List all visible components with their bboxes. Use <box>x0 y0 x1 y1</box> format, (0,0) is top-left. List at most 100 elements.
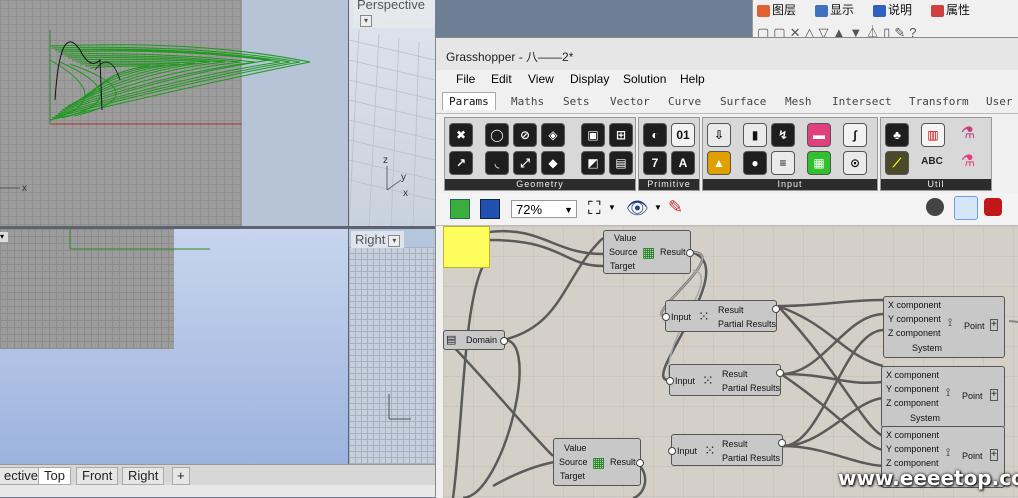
curve-param-icon[interactable]: ⊘ <box>513 123 537 147</box>
tab-mesh[interactable]: Mesh <box>785 95 812 108</box>
circle-icon[interactable]: ◯ <box>485 123 509 147</box>
graph-mapper-icon[interactable]: ∫ <box>843 123 867 147</box>
gh-titlebar[interactable]: Grasshopper - 八——2* <box>436 38 1018 70</box>
zoom-level-dropdown[interactable]: 72% ▼ <box>511 200 577 218</box>
add-viewport-tab-button[interactable]: + <box>172 467 190 485</box>
expression-component-2[interactable]: Input ⁙ Result Partial Results <box>666 364 784 396</box>
gradient-grid-icon[interactable]: ▦ <box>807 151 831 175</box>
zoom-extents-icon[interactable]: ⛶ <box>588 198 601 219</box>
preview-selected-icon[interactable] <box>984 198 1002 216</box>
point-icon: ⟟ <box>946 387 951 399</box>
perspective-viewport-label[interactable]: Perspective▾ <box>353 0 435 28</box>
construct-point-component-2[interactable]: X component Y component Z component Syst… <box>881 366 1005 428</box>
text-tag-icon[interactable]: ABC <box>921 151 943 173</box>
surface-param-icon[interactable]: ◆ <box>541 151 565 175</box>
number-icon[interactable]: 7 <box>643 151 667 175</box>
button-param-icon[interactable]: ▮ <box>743 123 767 147</box>
expand-icon[interactable]: + <box>990 389 998 401</box>
svg-text:x: x <box>403 188 408 199</box>
display-icon <box>815 4 828 17</box>
gh-canvas[interactable]: ▤ Domain Value Source Target ▦ Result Va… <box>443 226 1018 498</box>
sketch-pen-icon[interactable]: ✎ <box>668 197 683 218</box>
field-icon[interactable]: ◩ <box>581 151 605 175</box>
menu-view[interactable]: View <box>528 72 554 86</box>
expression-component-3[interactable]: Input ⁙ Result Partial Results <box>668 434 786 466</box>
preview-eye-icon[interactable]: 👁 <box>626 198 649 219</box>
quick-graph-icon[interactable]: ⟋ <box>885 151 909 175</box>
tab-vector[interactable]: Vector <box>610 95 650 108</box>
zoom-menu-arrow-icon[interactable]: ▼ <box>608 203 616 212</box>
brep-icon[interactable]: ◈ <box>541 123 565 147</box>
front-viewport-menu[interactable]: ▾ <box>0 232 8 242</box>
menu-edit[interactable]: Edit <box>491 72 512 86</box>
text-icon[interactable]: A <box>671 151 695 175</box>
preview-wireframe-icon[interactable] <box>954 196 978 220</box>
top-viewport[interactable]: x <box>0 0 348 226</box>
toggle-icon[interactable]: ↯ <box>771 123 795 147</box>
domain-icon: ▤ <box>446 334 457 346</box>
tab-sets[interactable]: Sets <box>563 95 590 108</box>
tab-right[interactable]: Right <box>122 467 165 485</box>
eye-dropper-icon[interactable]: ⚗ <box>957 123 979 145</box>
tab-transform[interactable]: Transform <box>909 95 969 108</box>
file-path-icon[interactable]: ⇩ <box>707 123 731 147</box>
menu-file[interactable]: File <box>456 72 475 86</box>
arc-icon[interactable]: ◟ <box>485 151 509 175</box>
domain-component[interactable]: ▤ Domain <box>443 330 508 350</box>
tab-front[interactable]: Front <box>76 467 119 485</box>
flask-icon[interactable]: ⚗ <box>957 151 979 173</box>
preview-shaded-icon[interactable] <box>926 198 944 216</box>
graph-mapper-component-1[interactable]: Value Source Target ▦ Result <box>603 230 694 274</box>
tab-user[interactable]: User <box>986 95 1013 108</box>
integer-icon[interactable]: 01 <box>671 123 695 147</box>
ribbon-group-primitive: ◐ 01 7 A Primitive <box>638 117 700 191</box>
preview-menu-arrow-icon[interactable]: ▼ <box>654 203 662 212</box>
expand-icon[interactable]: + <box>990 319 998 331</box>
palette-icon[interactable]: ▥ <box>921 123 945 147</box>
tab-intersect[interactable]: Intersect <box>832 95 892 108</box>
tab-params[interactable]: Params <box>442 92 496 110</box>
tab-help[interactable]: 说明 <box>873 1 912 18</box>
open-file-icon[interactable] <box>450 199 470 219</box>
slider-icon[interactable]: ▬ <box>807 123 831 147</box>
expand-icon[interactable]: + <box>990 449 998 461</box>
svg-text:y: y <box>401 172 406 183</box>
point-icon: ⟟ <box>948 317 953 329</box>
menu-display[interactable]: Display <box>570 72 609 86</box>
box-icon[interactable]: ▣ <box>581 123 605 147</box>
front-viewport[interactable]: ▾ <box>0 229 348 464</box>
value-list-icon[interactable]: ≡ <box>771 151 795 175</box>
construct-point-component-1[interactable]: X component Y component Z component Syst… <box>883 296 1005 358</box>
layers-icon <box>757 4 770 17</box>
calendar-icon[interactable]: ⊙ <box>843 151 867 175</box>
md-slider-icon[interactable]: ▲ <box>707 151 731 175</box>
plane-param-icon[interactable]: ▤ <box>609 151 633 175</box>
save-file-icon[interactable] <box>480 199 500 219</box>
graph-mapper-component-2[interactable]: Value Source Target ▦ Result <box>553 438 644 486</box>
vector-param-icon[interactable]: ↗ <box>449 151 473 175</box>
expression-component-1[interactable]: Input ⁙ Result Partial Results <box>662 300 780 332</box>
right-viewport[interactable]: Right ▾ <box>349 229 435 464</box>
yellow-panel[interactable] <box>443 226 490 268</box>
expression-icon: ⁙ <box>702 372 714 388</box>
menu-solution[interactable]: Solution <box>623 72 666 86</box>
tree-icon[interactable]: ♣ <box>885 123 909 147</box>
line-param-icon[interactable]: ⤢ <box>513 151 537 175</box>
tab-properties[interactable]: 属性 <box>931 1 970 18</box>
help-icon <box>873 4 886 17</box>
tab-display[interactable]: 显示 <box>815 1 854 18</box>
graph-mapper-icon: ▦ <box>642 244 656 260</box>
viewport-tabs: ective Top Front Right + <box>0 464 435 485</box>
tab-surface[interactable]: Surface <box>720 95 766 108</box>
control-knob-icon[interactable]: ● <box>743 151 767 175</box>
boolean-icon[interactable]: ◐ <box>643 123 667 147</box>
svg-text:z: z <box>383 155 388 166</box>
mesh-param-icon[interactable]: ⊞ <box>609 123 633 147</box>
tab-top[interactable]: Top <box>38 467 71 485</box>
perspective-viewport[interactable]: y x z Perspective▾ <box>349 0 435 226</box>
menu-help[interactable]: Help <box>680 72 705 86</box>
geometry-icon[interactable]: ✖ <box>449 123 473 147</box>
tab-curve[interactable]: Curve <box>668 95 701 108</box>
tab-layers[interactable]: 图层 <box>757 1 796 18</box>
tab-maths[interactable]: Maths <box>511 95 544 108</box>
